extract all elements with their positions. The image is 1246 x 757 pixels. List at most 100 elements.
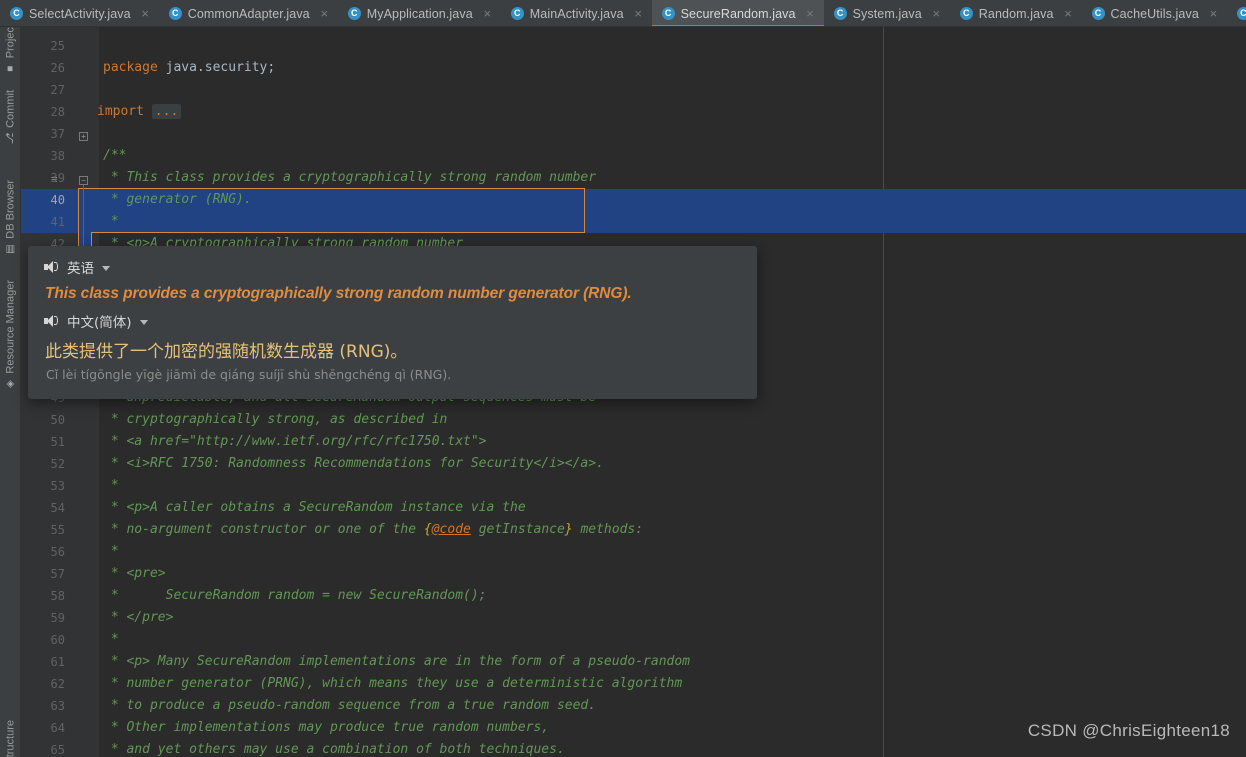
editor-tab-cacheutils[interactable]: C CacheUtils.java × [1082, 0, 1227, 26]
line-text: * [103, 478, 119, 493]
close-icon[interactable]: × [805, 7, 816, 20]
chevron-down-icon[interactable] [102, 265, 110, 271]
tool-window-structure[interactable]: ■Structure [0, 717, 20, 757]
line-number: 55 [50, 523, 65, 537]
editor-tab-securerandom[interactable]: C SecureRandom.java × [651, 0, 824, 26]
code-line[interactable]: 54 * <p>A caller obtains a SecureRandom … [21, 497, 1246, 519]
java-class-icon: C [168, 7, 182, 20]
line-number: 59 [50, 611, 65, 625]
code-line[interactable]: 51 * <a href="http://www.ietf.org/rfc/rf… [21, 431, 1246, 453]
code-line[interactable]: 27 [21, 79, 1246, 101]
ide-window: C SelectActivity.java × C CommonAdapter.java… [0, 0, 1246, 757]
code-line[interactable]: 40 * generator (RNG). [21, 189, 1246, 211]
code-line[interactable]: 60 * [21, 629, 1246, 651]
code-line[interactable]: 58 * SecureRandom random = new SecureRan… [21, 585, 1246, 607]
tool-window-project[interactable]: ■ Project [0, 27, 20, 77]
editor-tab-mainactivity[interactable]: C MainActivity.java × [501, 0, 652, 26]
close-icon[interactable]: × [1208, 7, 1219, 20]
target-language-row[interactable]: 中文(简体) [44, 312, 741, 331]
code-line[interactable]: 63 * to produce a pseudo-random sequence… [21, 695, 1246, 717]
code-line[interactable]: 38 /** [21, 145, 1246, 167]
code-line[interactable]: 50 * cryptographically strong, as descri… [21, 409, 1246, 431]
code-line[interactable]: 61 * <p> Many SecureRandom implementatio… [21, 651, 1246, 673]
editor-tab-system[interactable]: C System.java × [824, 0, 950, 26]
line-number: 54 [50, 501, 65, 515]
line-number: 57 [50, 567, 65, 581]
java-class-icon: C [510, 7, 524, 20]
source-language-label: 英语 [67, 261, 94, 277]
code-line[interactable]: 41 * [21, 211, 1246, 233]
code-line[interactable]: 62 * number generator (PRNG), which mean… [21, 673, 1246, 695]
line-number: 52 [50, 457, 65, 471]
line-number: 25 [50, 39, 65, 53]
line-text: * generator (RNG). [103, 192, 252, 207]
tool-window-label: Structure [4, 720, 17, 757]
line-text: * to produce a pseudo-random sequence fr… [103, 698, 597, 713]
editor-tab-commonadapter[interactable]: C CommonAdapter.java × [159, 0, 338, 26]
code-line[interactable]: 57 * <pre> [21, 563, 1246, 585]
java-class-icon: C [1236, 7, 1246, 20]
code-line[interactable]: 59 * </pre> [21, 607, 1246, 629]
target-language-label: 中文(简体) [67, 315, 132, 331]
line-number: 38 [50, 149, 65, 163]
editor-tab-selectactivity[interactable]: C SelectActivity.java × [0, 0, 159, 26]
tool-window-label: Commit [4, 90, 17, 128]
source-language-row[interactable]: 英语 [44, 258, 741, 277]
line-text: * </pre> [103, 610, 174, 625]
close-icon[interactable]: × [319, 7, 330, 20]
line-text: * <a href="http://www.ietf.org/rfc/rfc17… [103, 434, 487, 449]
java-class-icon: C [347, 7, 361, 20]
code-line[interactable]: 28 import ... [21, 101, 1246, 123]
line-number: 41 [50, 215, 65, 229]
editor-tab-random[interactable]: C Random.java × [950, 0, 1082, 26]
line-number: 40 [50, 193, 65, 207]
tool-window-label: Resource Manager [4, 280, 17, 374]
close-icon[interactable]: × [931, 7, 942, 20]
code-line[interactable]: 25 [21, 35, 1246, 57]
translation-popup[interactable]: 英语 This class provides a cryptographical… [28, 246, 757, 399]
tab-label: System.java [852, 6, 922, 21]
chevron-down-icon[interactable] [139, 319, 148, 325]
tab-label: CommonAdapter.java [187, 6, 310, 21]
close-icon[interactable]: × [633, 7, 644, 20]
code-line[interactable]: 52 * <i>RFC 1750: Randomness Recommendat… [21, 453, 1246, 475]
line-number: 28 [50, 105, 65, 119]
line-number: 62 [50, 677, 65, 691]
tool-window-commit[interactable]: ⎇ Commit [0, 87, 20, 147]
line-text: * and yet others may use a combination o… [103, 742, 565, 757]
editor-tab-blockadapter[interactable]: CBlockAdapter.java [1227, 0, 1246, 26]
code-line[interactable]: 26 package java.security; [21, 57, 1246, 79]
line-text: * <p>A caller obtains a SecureRandom ins… [103, 500, 526, 515]
code-line[interactable]: 37 [21, 123, 1246, 145]
code-line[interactable]: 65 * and yet others may use a combinatio… [21, 739, 1246, 757]
project-icon: ■ [5, 63, 16, 75]
tool-window-resource-manager[interactable]: ◈ Resource Manager [0, 277, 20, 393]
line-text: package java.security; [103, 60, 276, 75]
code-line[interactable]: 39 * This class provides a cryptographic… [21, 167, 1246, 189]
speaker-icon[interactable] [44, 260, 59, 274]
tool-window-label: DB Browser [4, 180, 17, 239]
line-text: /** [103, 148, 127, 163]
code-line[interactable]: 55 * no-argument constructor or one of t… [21, 519, 1246, 541]
tool-window-db-browser[interactable]: ▤ DB Browser [0, 177, 20, 258]
line-text: * <p> Many SecureRandom implementations … [103, 654, 690, 669]
line-number: 39 [50, 171, 65, 185]
pinyin-text: Cǐ lèi tígōngle yīgè jiāmì de qiáng suíj… [46, 367, 452, 382]
line-number: 53 [50, 479, 65, 493]
line-text: * Other implementations may produce true… [103, 720, 550, 735]
left-tool-window-strip: ■ Project ⎇ Commit ▤ DB Browser ◈ Resource Mana… [0, 27, 21, 757]
line-number: 65 [50, 743, 65, 757]
commit-icon: ⎇ [5, 132, 16, 144]
line-number: 27 [50, 83, 65, 97]
speaker-icon[interactable] [44, 314, 59, 328]
line-number: 60 [50, 633, 65, 647]
close-icon[interactable]: × [1063, 7, 1074, 20]
editor-tab-myapplication[interactable]: C MyApplication.java × [338, 0, 501, 26]
code-line[interactable]: 56 * [21, 541, 1246, 563]
close-icon[interactable]: × [482, 7, 493, 20]
tab-label: SelectActivity.java [29, 6, 131, 21]
close-icon[interactable]: × [140, 7, 151, 20]
tab-label: MainActivity.java [529, 6, 624, 21]
line-number: 63 [50, 699, 65, 713]
code-line[interactable]: 53 * [21, 475, 1246, 497]
